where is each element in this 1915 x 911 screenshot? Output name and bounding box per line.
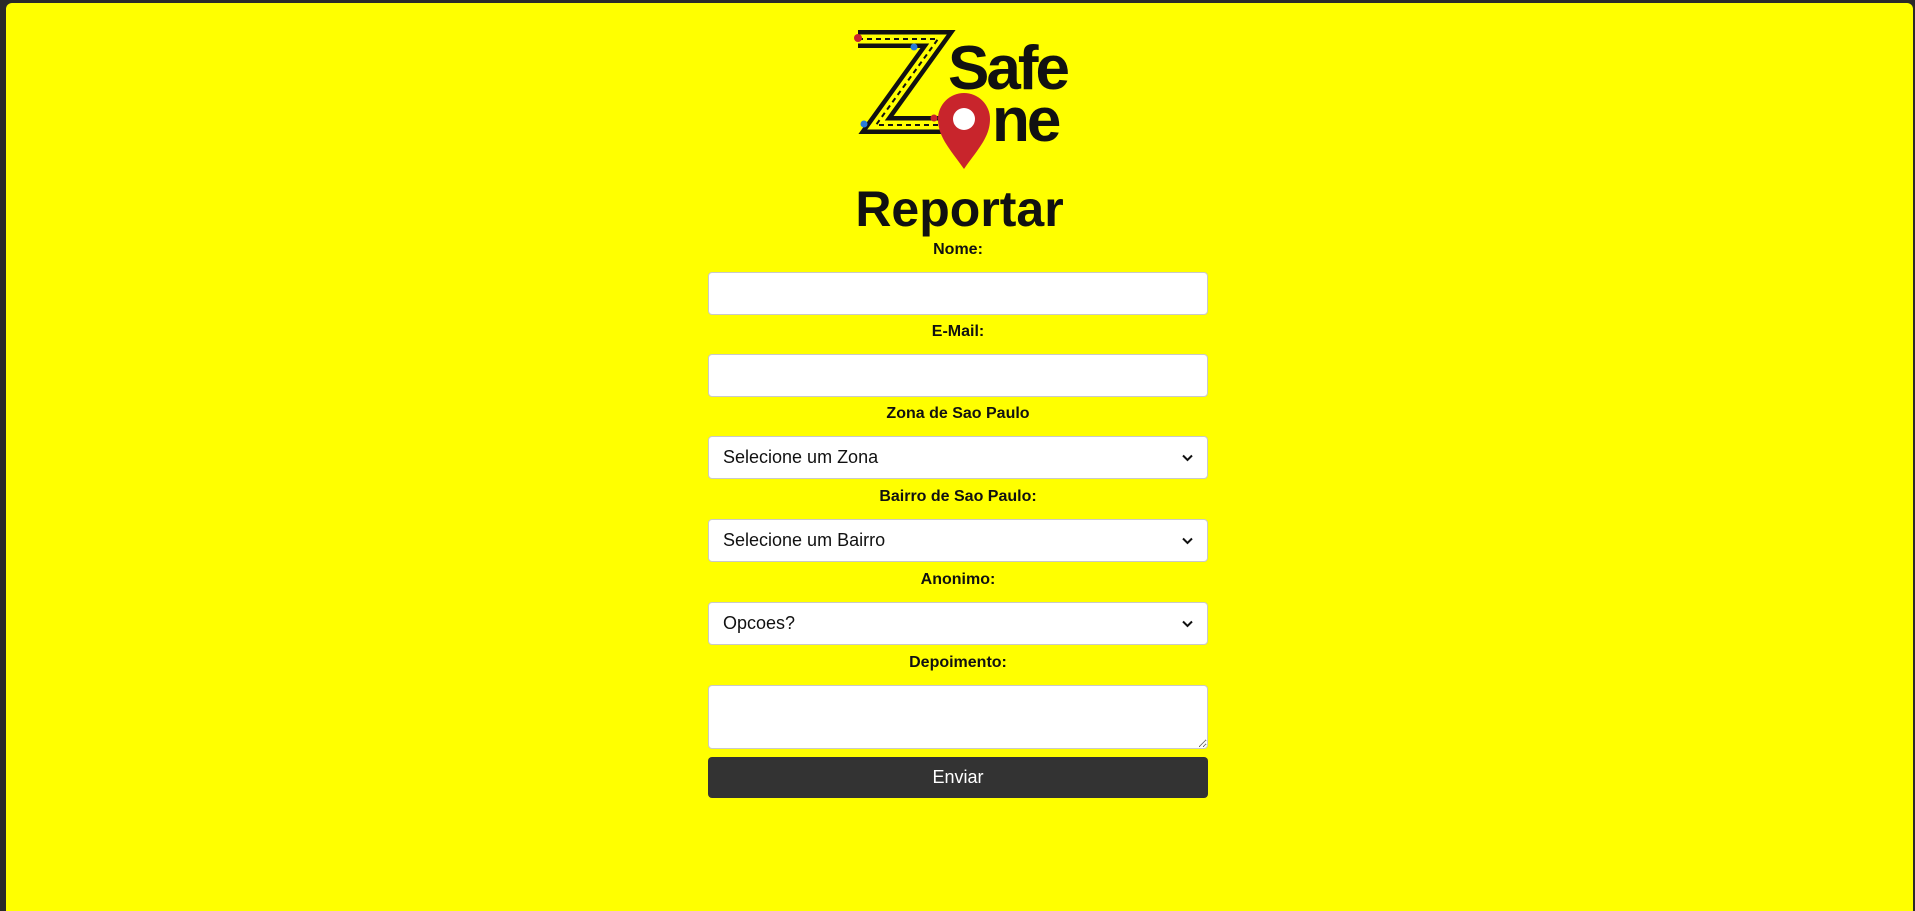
depoimento-textarea[interactable] bbox=[708, 685, 1208, 749]
page-title: Reportar bbox=[855, 181, 1064, 237]
bairro-select-value: Selecione um Bairro bbox=[723, 530, 886, 550]
location-pin-icon bbox=[938, 93, 990, 169]
anonimo-select-value: Opcoes? bbox=[723, 613, 796, 633]
email-input[interactable] bbox=[708, 354, 1208, 397]
depoimento-label: Depoimento: bbox=[909, 654, 1007, 671]
page-container: Safe ne Reportar Nome: E-Mail: Zona de S… bbox=[6, 3, 1913, 911]
zona-select-value: Selecione um Zona bbox=[723, 447, 879, 467]
bairro-label: Bairro de Sao Paulo: bbox=[879, 488, 1037, 505]
chevron-down-icon bbox=[1181, 618, 1193, 630]
z-road-icon bbox=[854, 30, 956, 134]
enviar-button[interactable]: Enviar bbox=[708, 757, 1208, 798]
email-label: E-Mail: bbox=[931, 323, 985, 340]
anonimo-select[interactable]: Opcoes? bbox=[708, 602, 1208, 645]
zsafezone-logo: Safe ne bbox=[854, 30, 1071, 169]
nome-input[interactable] bbox=[708, 272, 1208, 315]
logo-text-ne: ne bbox=[992, 86, 1060, 155]
zona-select[interactable]: Selecione um Zona bbox=[708, 436, 1208, 479]
zona-label: Zona de Sao Paulo bbox=[886, 405, 1030, 422]
chevron-down-icon bbox=[1181, 535, 1193, 547]
chevron-down-icon bbox=[1181, 452, 1193, 464]
nome-label: Nome: bbox=[933, 241, 983, 258]
anonimo-label: Anonimo: bbox=[920, 571, 996, 588]
bairro-select[interactable]: Selecione um Bairro bbox=[708, 519, 1208, 562]
